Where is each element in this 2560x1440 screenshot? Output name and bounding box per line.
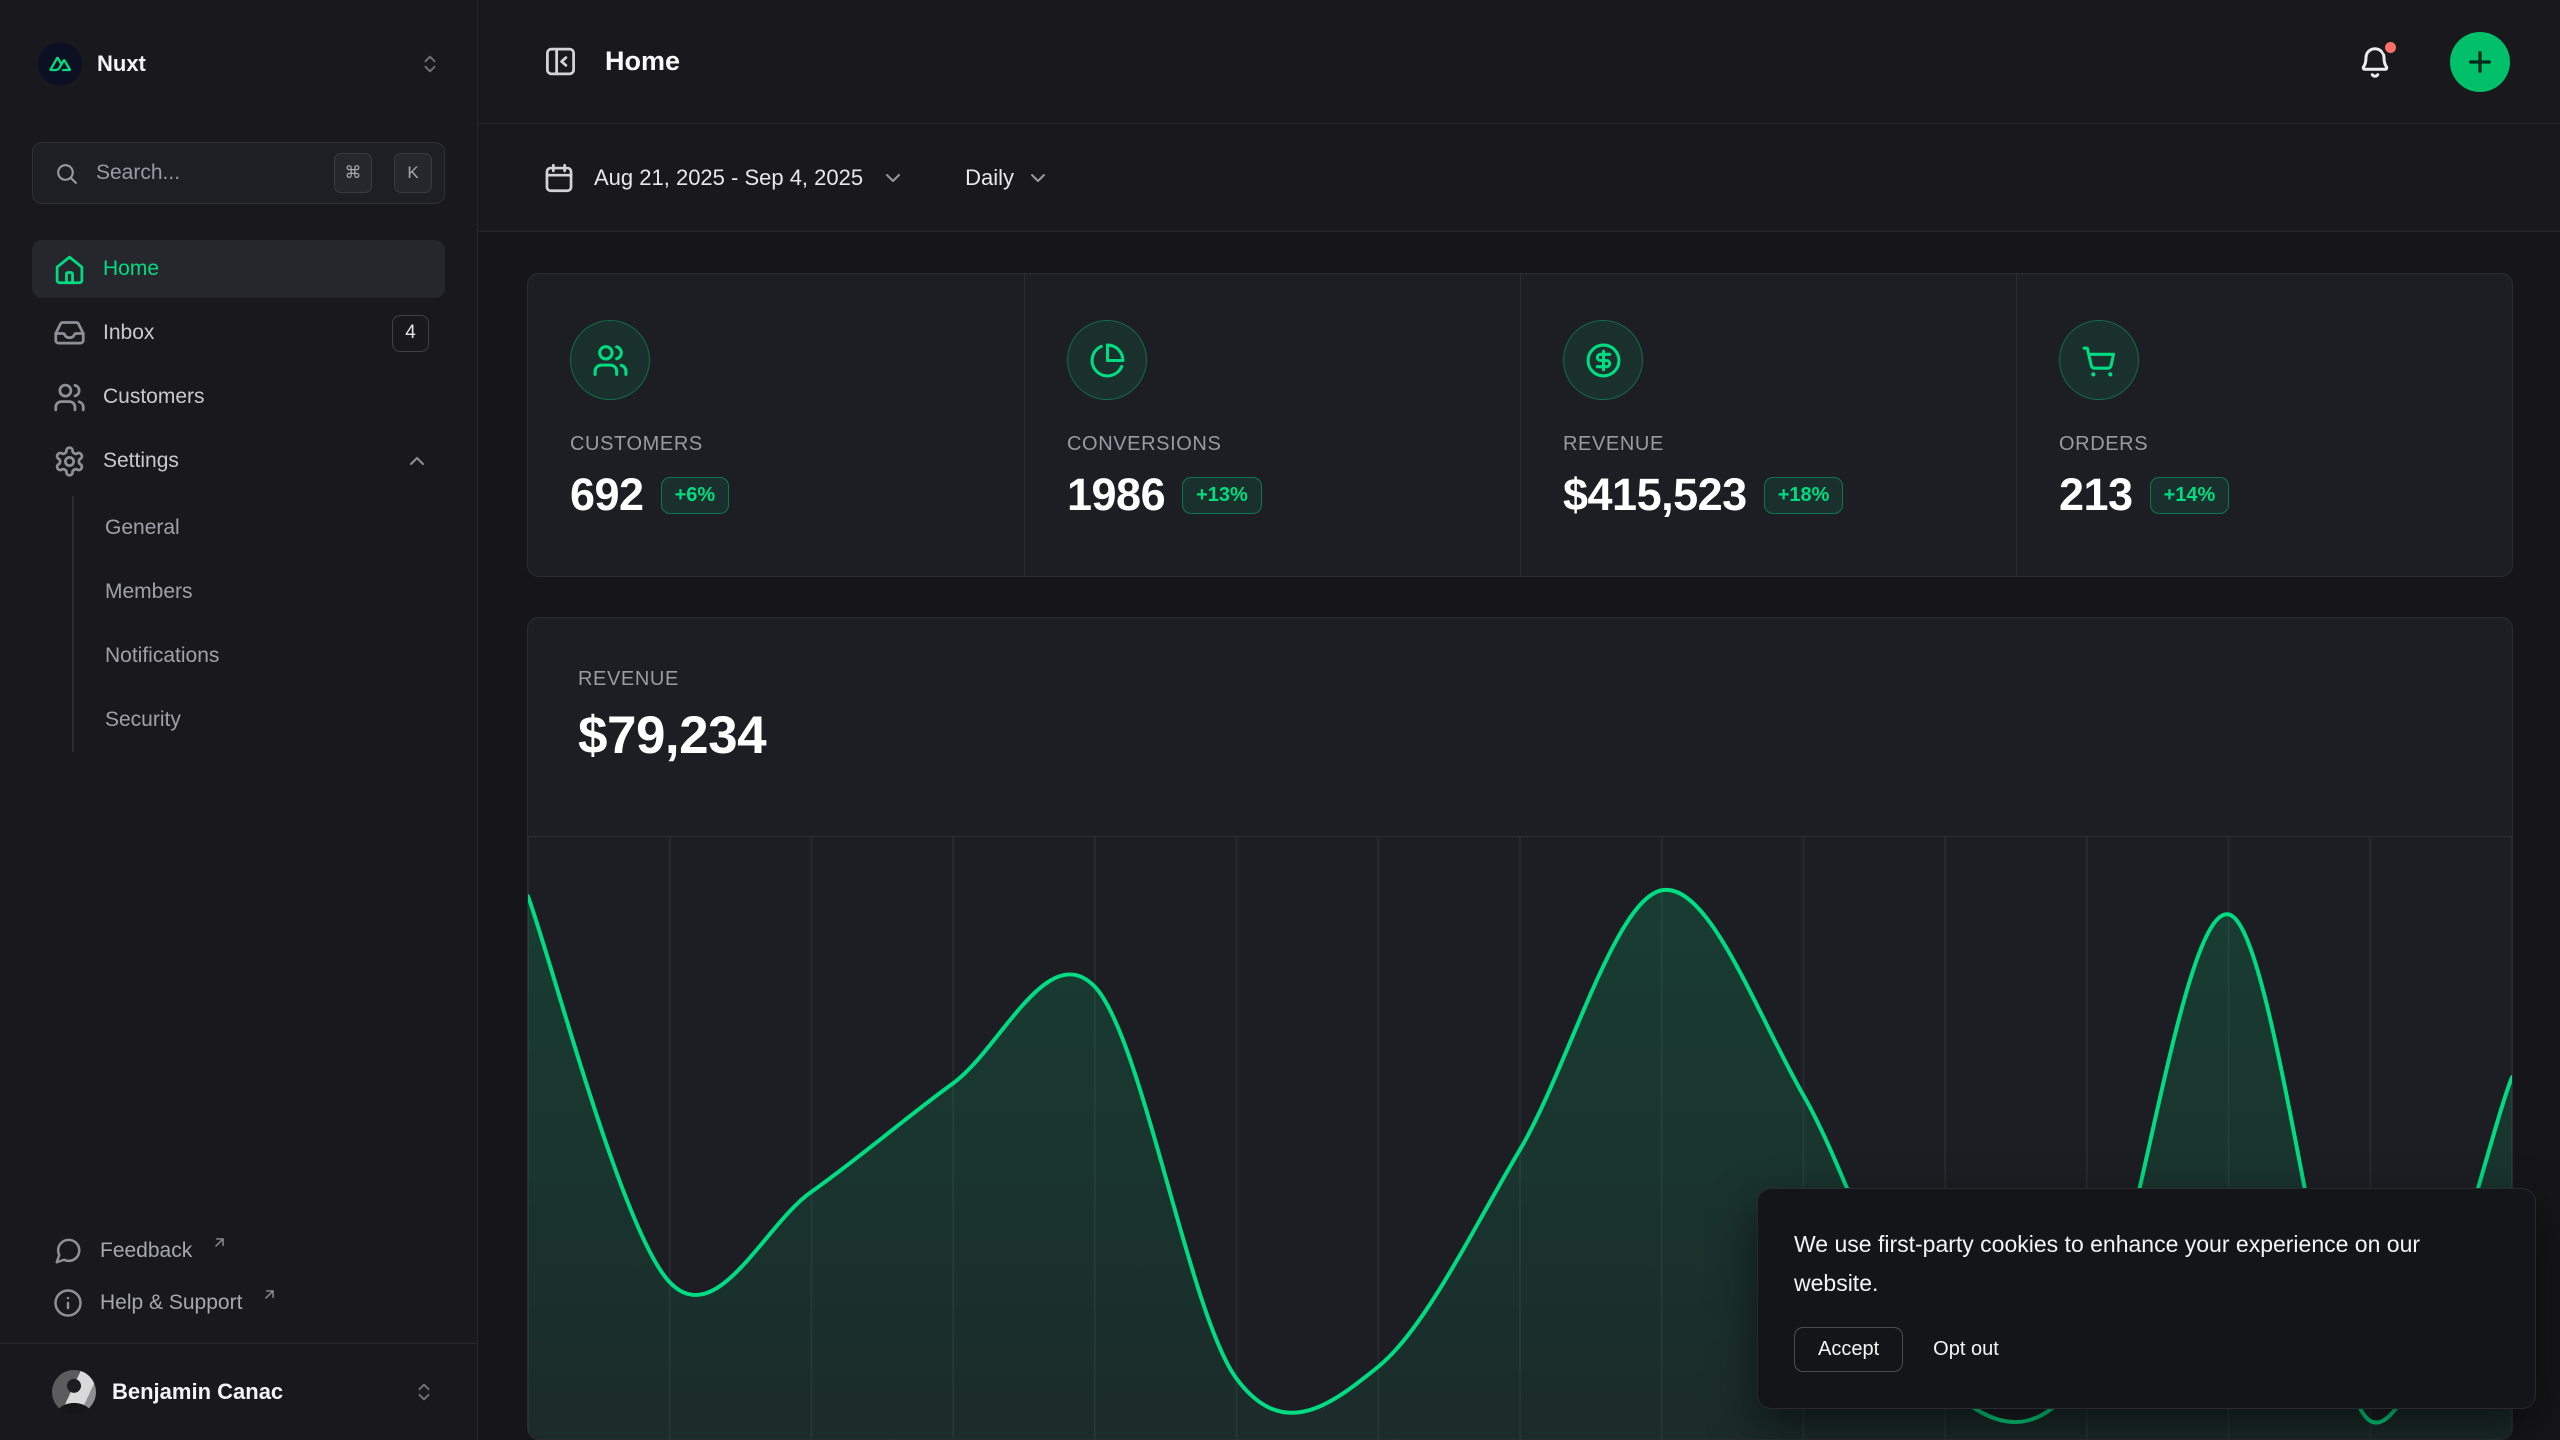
stat-label: CUSTOMERS xyxy=(570,433,984,456)
user-menu[interactable]: Benjamin Canac xyxy=(0,1343,477,1440)
calendar-icon xyxy=(542,161,576,195)
sidebar-toggle-button[interactable] xyxy=(542,43,579,80)
revenue-label: REVENUE xyxy=(578,668,2512,691)
chevron-up-down-icon xyxy=(413,1381,435,1403)
search-placeholder: Search... xyxy=(96,161,317,185)
external-link-icon xyxy=(261,1286,278,1303)
stat-label: ORDERS xyxy=(2059,433,2472,456)
sidebar-item-label: Home xyxy=(103,257,429,281)
cmd-kbd: ⌘ xyxy=(334,153,372,193)
inbox-count-badge: 4 xyxy=(392,315,429,352)
stat-delta-badge: +14% xyxy=(2150,477,2230,514)
topbar: Home xyxy=(478,0,2560,124)
nuxt-logo xyxy=(38,42,82,86)
page-title: Home xyxy=(605,46,2330,77)
stat-value: 1986 xyxy=(1067,469,1165,521)
chevron-up-icon xyxy=(405,449,429,473)
inbox-icon xyxy=(53,317,86,350)
submenu-item-notifications[interactable]: Notifications xyxy=(105,624,445,688)
stat-delta-badge: +18% xyxy=(1764,477,1844,514)
accept-button[interactable]: Accept xyxy=(1794,1327,1903,1372)
sidebar-item-inbox[interactable]: Inbox 4 xyxy=(32,304,445,362)
sidebar-item-label: Settings xyxy=(103,449,388,473)
users-icon xyxy=(570,320,650,400)
submenu-item-general[interactable]: General xyxy=(105,496,445,560)
notifications-button[interactable] xyxy=(2356,43,2394,81)
sidebar-item-settings[interactable]: Settings xyxy=(32,432,445,490)
stat-value: 692 xyxy=(570,469,644,521)
sidebar-item-customers[interactable]: Customers xyxy=(32,368,445,426)
revenue-value: $79,234 xyxy=(578,705,2512,766)
stat-delta-badge: +6% xyxy=(661,477,730,514)
team-name: Nuxt xyxy=(97,51,404,77)
dollar-circle-icon xyxy=(1563,320,1643,400)
sidebar-item-home[interactable]: Home xyxy=(32,240,445,298)
help-support-label: Help & Support xyxy=(100,1291,242,1315)
granularity-select[interactable]: Daily xyxy=(965,165,1050,191)
chevron-down-icon xyxy=(1026,166,1050,190)
search-input[interactable]: Search... ⌘ K xyxy=(32,142,445,204)
cart-icon xyxy=(2059,320,2139,400)
stat-delta-badge: +13% xyxy=(1182,477,1262,514)
optout-button[interactable]: Opt out xyxy=(1917,1328,2015,1371)
stat-value: $415,523 xyxy=(1563,469,1747,521)
settings-submenu: General Members Notifications Security xyxy=(72,496,445,752)
users-icon xyxy=(53,381,86,414)
date-range-label: Aug 21, 2025 - Sep 4, 2025 xyxy=(594,165,863,191)
sidebar-item-label: Inbox xyxy=(103,321,375,345)
chat-bubble-icon xyxy=(53,1236,83,1266)
notification-dot xyxy=(2382,39,2399,56)
user-name: Benjamin Canac xyxy=(112,1379,397,1405)
stat-card-customers[interactable]: CUSTOMERS 692 +6% xyxy=(528,274,1024,576)
stat-label: REVENUE xyxy=(1563,433,1976,456)
create-button[interactable] xyxy=(2450,32,2510,92)
cookie-banner: We use first-party cookies to enhance yo… xyxy=(1757,1188,2536,1409)
gear-icon xyxy=(53,445,86,478)
filter-bar: Aug 21, 2025 - Sep 4, 2025 Daily xyxy=(478,124,2560,232)
k-kbd: K xyxy=(394,153,432,193)
pie-chart-icon xyxy=(1067,320,1147,400)
house-icon xyxy=(53,253,86,286)
user-avatar xyxy=(52,1370,96,1414)
search-icon xyxy=(54,161,79,186)
granularity-label: Daily xyxy=(965,165,1014,191)
feedback-link[interactable]: Feedback xyxy=(32,1225,445,1277)
stat-value: 213 xyxy=(2059,469,2133,521)
stat-card-revenue[interactable]: REVENUE $415,523 +18% xyxy=(1520,274,2016,576)
external-link-icon xyxy=(211,1234,228,1251)
chevron-up-down-icon xyxy=(419,53,441,75)
sidebar-nav: Home Inbox 4 Customers Settings Ge xyxy=(32,240,445,752)
chevron-down-icon xyxy=(881,166,905,190)
sidebar: Nuxt Search... ⌘ K Home Inbox 4 xyxy=(0,0,478,1440)
date-range-picker[interactable]: Aug 21, 2025 - Sep 4, 2025 xyxy=(542,161,905,195)
plus-icon xyxy=(2464,46,2496,78)
sidebar-item-label: Customers xyxy=(103,385,429,409)
help-support-link[interactable]: Help & Support xyxy=(32,1277,445,1329)
stat-card-orders[interactable]: ORDERS 213 +14% xyxy=(2016,274,2512,576)
cookie-message: We use first-party cookies to enhance yo… xyxy=(1794,1225,2499,1303)
stats-row: CUSTOMERS 692 +6% CONVERSIONS 1986 +13% xyxy=(527,273,2513,577)
submenu-item-members[interactable]: Members xyxy=(105,560,445,624)
submenu-item-security[interactable]: Security xyxy=(105,688,445,752)
stat-label: CONVERSIONS xyxy=(1067,433,1480,456)
team-switcher[interactable]: Nuxt xyxy=(32,28,445,100)
feedback-label: Feedback xyxy=(100,1239,192,1263)
info-icon xyxy=(53,1288,83,1318)
stat-card-conversions[interactable]: CONVERSIONS 1986 +13% xyxy=(1024,274,1520,576)
